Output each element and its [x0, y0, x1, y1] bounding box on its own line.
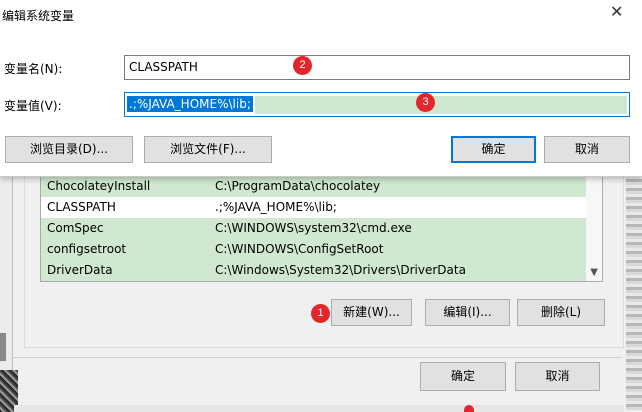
system-variables-list[interactable]: ChocolateyInstall C:\ProgramData\chocola… — [40, 160, 603, 282]
dialog-cancel-button[interactable]: 取消 — [544, 136, 630, 163]
variable-name-value: CLASSPATH — [129, 60, 198, 74]
variable-name-label: 变量名(N): — [4, 62, 63, 76]
variable-value: C:\ProgramData\chocolatey — [215, 179, 381, 193]
variable-value: .;%JAVA_HOME%\lib; — [215, 200, 337, 214]
scroll-down-icon[interactable]: ▼ — [590, 268, 598, 278]
delete-button[interactable]: 删除(L) — [517, 299, 605, 326]
background-right-fragment — [626, 160, 642, 410]
list-row[interactable]: configsetroot C:\WINDOWS\ConfigSetRoot — [41, 239, 587, 260]
footer-ok-button[interactable]: 确定 — [420, 362, 506, 391]
edit-button[interactable]: 编辑(I)... — [425, 299, 510, 326]
variable-name: ComSpec — [47, 221, 104, 235]
list-row[interactable]: DriverData C:\Windows\System32\Drivers\D… — [41, 260, 587, 281]
annotation-badge-partial — [464, 405, 474, 412]
browse-file-button[interactable]: 浏览文件(F)... — [144, 136, 272, 163]
variable-name: ChocolateyInstall — [47, 179, 151, 193]
close-icon[interactable]: ✕ — [610, 2, 623, 21]
variable-value-label: 变量值(V): — [4, 99, 62, 113]
footer-cancel-button[interactable]: 取消 — [515, 362, 600, 391]
variable-value: C:\Windows\System32\Drivers\DriverData — [215, 263, 466, 277]
variable-value-highlight — [255, 96, 627, 114]
list-row[interactable]: ChocolateyInstall C:\ProgramData\chocola… — [41, 176, 587, 197]
variable-name: CLASSPATH — [47, 200, 116, 214]
annotation-badge-2: 2 — [293, 56, 312, 75]
variable-name: configsetroot — [47, 242, 127, 256]
annotation-badge-3: 3 — [416, 93, 435, 112]
edit-system-variable-dialog: 编辑系统变量 ✕ 变量名(N): CLASSPATH 变量值(V): .;%JA… — [0, 0, 642, 177]
variable-value-field[interactable]: .;%JAVA_HOME%\lib; — [124, 92, 630, 117]
dialog-titlebar[interactable]: 编辑系统变量 ✕ — [0, 0, 642, 30]
group-divider — [12, 357, 622, 358]
annotation-badge-1: 1 — [311, 304, 330, 323]
list-row[interactable]: ComSpec C:\WINDOWS\system32\cmd.exe — [41, 218, 587, 239]
browse-directory-button[interactable]: 浏览目录(D)... — [5, 136, 133, 163]
variable-value-selected-text: .;%JAVA_HOME%\lib; — [127, 96, 253, 112]
background-left-mark — [0, 333, 6, 361]
list-row[interactable]: CLASSPATH .;%JAVA_HOME%\lib; — [41, 197, 587, 218]
variable-value: C:\WINDOWS\system32\cmd.exe — [215, 221, 412, 235]
variable-name-field[interactable]: CLASSPATH — [124, 55, 630, 80]
list-scrollbar[interactable]: ▼ — [586, 161, 602, 281]
background-bottom-bar — [14, 405, 624, 412]
variable-name: DriverData — [47, 263, 113, 277]
dialog-title: 编辑系统变量 — [2, 9, 75, 23]
new-button[interactable]: 新建(W)... — [331, 299, 412, 326]
dialog-ok-button[interactable]: 确定 — [451, 136, 536, 163]
variable-value: C:\WINDOWS\ConfigSetRoot — [215, 242, 384, 256]
